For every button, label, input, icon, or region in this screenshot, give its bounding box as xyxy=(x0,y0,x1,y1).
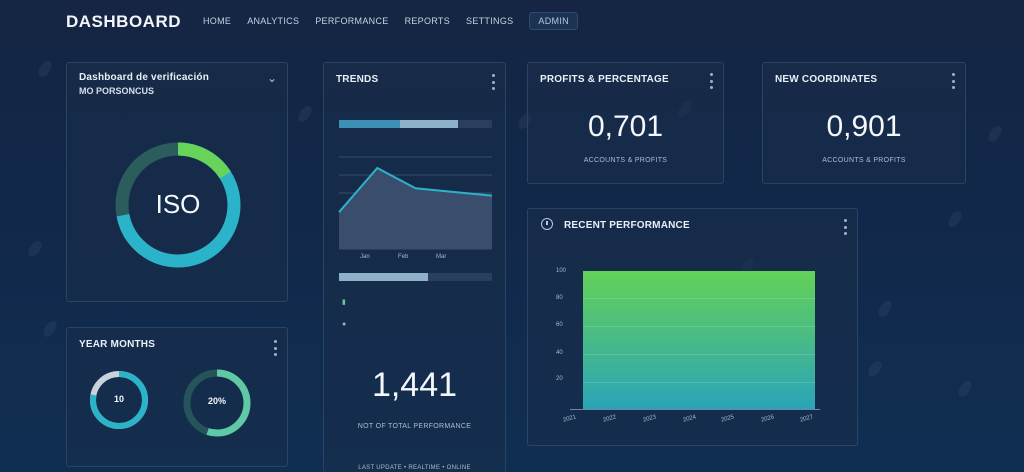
more-options-icon[interactable] xyxy=(709,73,713,89)
x-tick-label: 2027 xyxy=(799,414,814,424)
x-tick-label: 2022 xyxy=(602,414,617,424)
x-tick-label: Mar xyxy=(436,254,447,260)
x-tick-label: 2026 xyxy=(760,414,775,424)
nav-item-settings[interactable]: SETTINGS xyxy=(466,12,513,30)
x-tick-label: 2021 xyxy=(562,414,577,424)
nav-item-admin[interactable]: ADMIN xyxy=(529,12,578,30)
more-options-icon[interactable] xyxy=(951,73,955,89)
x-tick-label: Jan xyxy=(360,254,370,260)
progress-bar-top xyxy=(339,120,492,128)
stat-value: 0,901 xyxy=(826,110,902,143)
trend-line-chart xyxy=(338,156,493,250)
rings-chart xyxy=(90,369,251,437)
stat-card-title: NEW COORDINATES xyxy=(775,74,878,85)
x-tick-label: 2023 xyxy=(642,414,657,424)
x-tick-label: 2024 xyxy=(682,414,697,424)
donut-card: Dashboard de verificación MO PORSONCUS ⌄… xyxy=(66,62,288,302)
performance-area-fill xyxy=(583,271,815,409)
legend-item: ● xyxy=(342,321,347,328)
legend-item: ▮ xyxy=(342,299,346,306)
nav-item-performance[interactable]: PERFORMANCE xyxy=(315,12,388,30)
stat-card-profits: PROFITS & PERCENTAGE 0,701 ACCOUNTS & PR… xyxy=(527,62,724,184)
y-tick-label: 20 xyxy=(556,376,563,382)
trend-caption: NOT OF TOTAL PERFORMANCE xyxy=(357,423,472,430)
top-navigation: DASHBOARD HOME ANALYTICS PERFORMANCE REP… xyxy=(0,0,1024,44)
more-options-icon[interactable] xyxy=(491,74,495,90)
y-tick-label: 80 xyxy=(556,295,563,301)
x-tick-label: 2025 xyxy=(720,414,735,424)
donut-center-value: ISO xyxy=(155,189,201,219)
y-tick-label: 100 xyxy=(556,268,567,274)
nav-item-reports[interactable]: REPORTS xyxy=(405,12,450,30)
progress-segment-b xyxy=(400,120,459,128)
progress-bar-bottom xyxy=(339,273,492,281)
trend-total-value: 1,441 xyxy=(371,366,458,404)
stat-caption: ACCOUNTS & PROFITS xyxy=(583,157,668,164)
stat-card-coordinates: NEW COORDINATES 0,901 ACCOUNTS & PROFITS xyxy=(762,62,966,184)
y-tick-label: 60 xyxy=(556,322,563,328)
trend-footer: LAST UPDATE • REALTIME • ONLINE xyxy=(358,465,471,471)
trends-card: TRENDS Jan Feb Mar ▮ ● 1,441 NOT OF TOTA… xyxy=(323,62,506,472)
nav-menu: HOME ANALYTICS PERFORMANCE REPORTS SETTI… xyxy=(203,12,578,30)
x-tick-label: Feb xyxy=(398,254,409,260)
trends-card-title: TRENDS xyxy=(336,74,379,85)
app-title: DASHBOARD xyxy=(66,12,181,31)
trend-area xyxy=(339,168,492,249)
stat-card-title: PROFITS & PERCENTAGE xyxy=(540,74,669,85)
nav-item-home[interactable]: HOME xyxy=(203,12,231,30)
progress-segment xyxy=(339,273,428,281)
stat-caption: ACCOUNTS & PROFITS xyxy=(822,157,906,164)
progress-segment-a xyxy=(339,120,401,128)
donut-chart xyxy=(115,142,241,268)
clock-icon xyxy=(541,218,553,230)
more-options-icon[interactable] xyxy=(843,219,847,235)
ring2-label: 20% xyxy=(207,396,226,406)
ring1-label: 10 xyxy=(113,394,124,404)
performance-chart-title: RECENT PERFORMANCE xyxy=(564,220,690,231)
nav-item-analytics[interactable]: ANALYTICS xyxy=(247,12,299,30)
rings-card: YEAR MONTHS 10 20% xyxy=(66,327,288,467)
performance-chart-card: RECENT PERFORMANCE 100 80 60 40 20 2021 … xyxy=(527,208,858,446)
stat-value: 0,701 xyxy=(587,110,664,143)
y-tick-label: 40 xyxy=(556,350,563,356)
